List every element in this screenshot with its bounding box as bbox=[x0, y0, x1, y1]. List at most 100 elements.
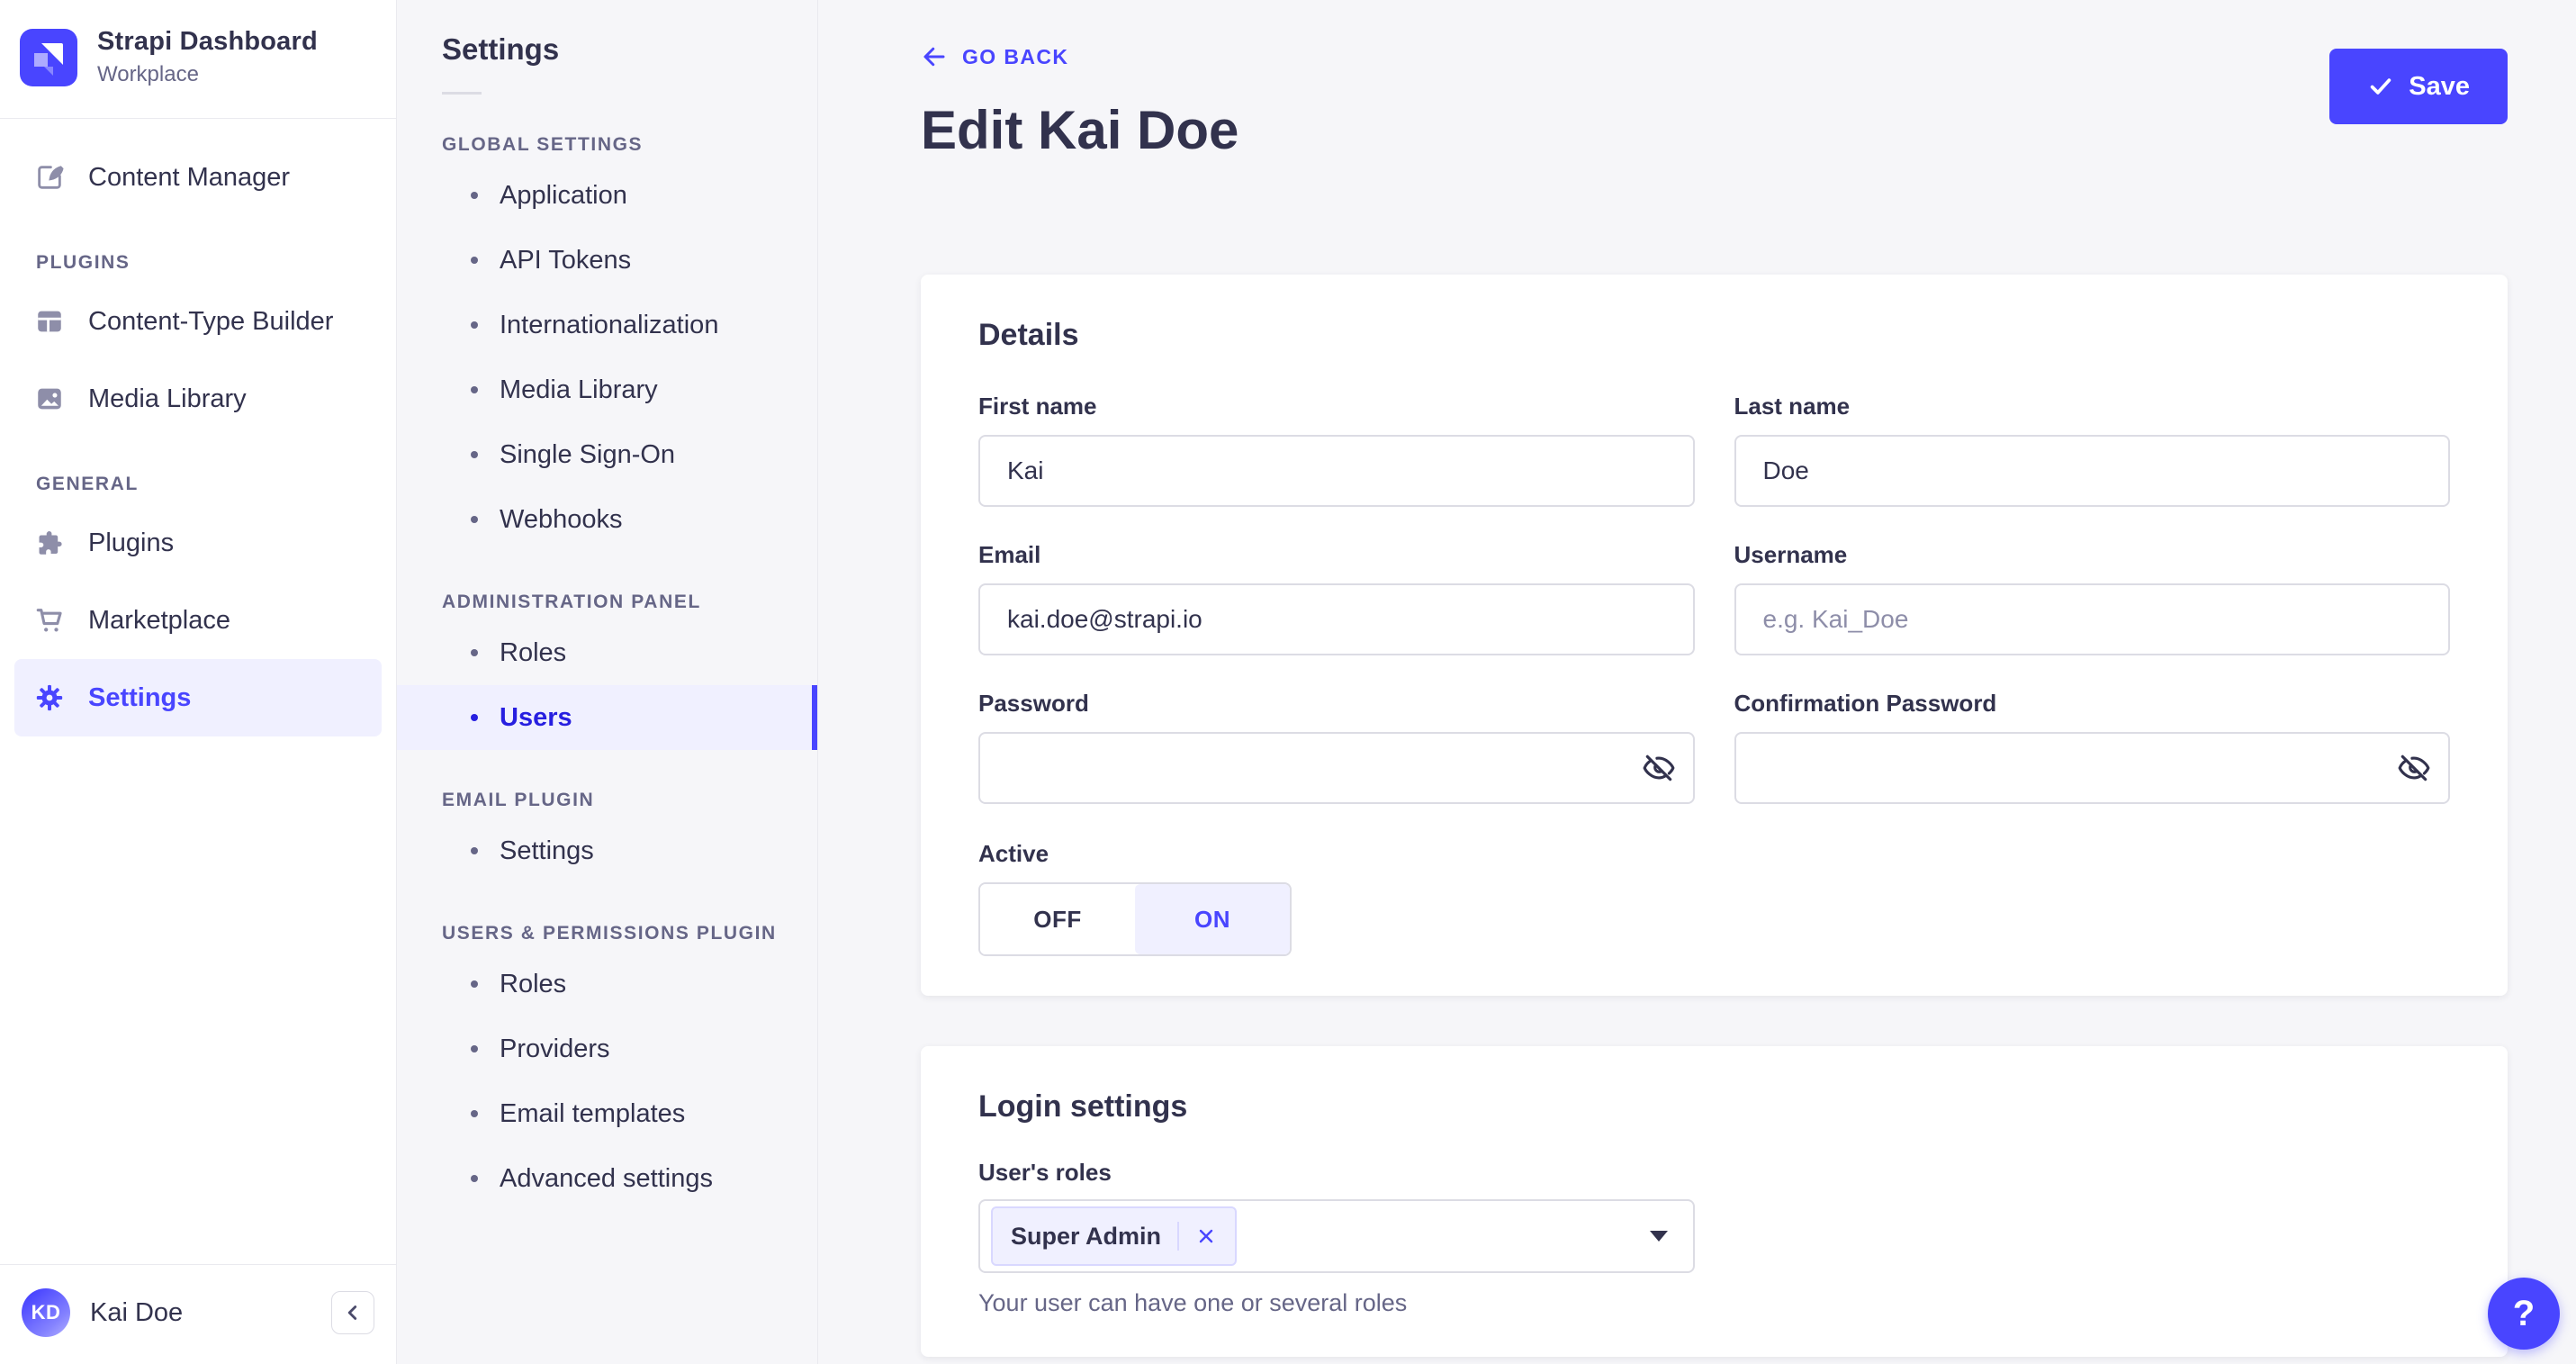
subnav-item-api-tokens[interactable]: API Tokens bbox=[397, 228, 817, 293]
active-toggle-group: Active OFF ON bbox=[978, 840, 2450, 956]
sidebar-item-label: Marketplace bbox=[88, 605, 230, 635]
subnav-item-label: Advanced settings bbox=[500, 1163, 713, 1193]
active-indicator bbox=[812, 685, 817, 750]
bullet-icon bbox=[471, 1110, 478, 1117]
toggle-confirmation-visibility-button[interactable] bbox=[2387, 741, 2441, 795]
email-label: Email bbox=[978, 541, 1041, 568]
collapse-sidebar-button[interactable] bbox=[331, 1291, 374, 1334]
subnav-item-users[interactable]: Users bbox=[397, 685, 817, 750]
confirmation-password-input[interactable] bbox=[1734, 732, 2450, 804]
sidebar-item-label: Media Library bbox=[88, 384, 247, 413]
workspace-name: Workplace bbox=[97, 62, 199, 86]
details-form: First name Last name Email bbox=[978, 393, 2450, 804]
sidebar-nav: Content Manager PLUGINS Content-Type Bui… bbox=[0, 119, 396, 1264]
first-name-input[interactable] bbox=[978, 435, 1695, 507]
close-icon bbox=[1199, 1229, 1213, 1243]
subnav-item-label: Providers bbox=[500, 1034, 610, 1063]
chevron-left-icon bbox=[347, 1305, 357, 1320]
sidebar-section-plugins: PLUGINS bbox=[36, 252, 131, 273]
confirmation-password-label: Confirmation Password bbox=[1734, 690, 1997, 717]
header-left: GO BACK Edit Kai Doe bbox=[921, 40, 1238, 159]
password-input-wrap bbox=[978, 732, 1695, 804]
confirmation-password-field: Confirmation Password bbox=[1734, 690, 2450, 804]
subnav-divider bbox=[442, 92, 482, 95]
toggle-password-visibility-button[interactable] bbox=[1632, 741, 1686, 795]
subnav-item-label: Media Library bbox=[500, 375, 658, 404]
toggle-on-button[interactable]: ON bbox=[1135, 884, 1290, 954]
main-content: GO BACK Edit Kai Doe Save Details First … bbox=[818, 0, 2576, 1364]
username-input[interactable] bbox=[1734, 583, 2450, 655]
last-name-field: Last name bbox=[1734, 393, 2450, 507]
password-field: Password bbox=[978, 690, 1695, 804]
subnav-title: Settings bbox=[442, 32, 560, 66]
subnav-item-advanced-settings[interactable]: Advanced settings bbox=[397, 1146, 817, 1211]
bullet-icon bbox=[471, 1175, 478, 1182]
avatar: KD bbox=[22, 1288, 70, 1337]
subnav-item-label: Roles bbox=[500, 637, 567, 667]
arrow-left-icon bbox=[923, 47, 945, 67]
remove-role-button[interactable] bbox=[1195, 1225, 1217, 1247]
subnav-item-label: Users bbox=[500, 702, 572, 732]
user-roles-select[interactable]: Super Admin bbox=[978, 1199, 1695, 1273]
user-roles-label: User's roles bbox=[978, 1159, 1112, 1186]
subnav-item-admin-roles[interactable]: Roles bbox=[397, 620, 817, 685]
subnav-item-application[interactable]: Application bbox=[397, 163, 817, 228]
subnav-item-webhooks[interactable]: Webhooks bbox=[397, 487, 817, 552]
subnav-item-email-settings[interactable]: Settings bbox=[397, 818, 817, 883]
sidebar-item-content-type-builder[interactable]: Content-Type Builder bbox=[14, 283, 382, 360]
subnav-item-label: Email templates bbox=[500, 1098, 686, 1128]
subnav-item-internationalization[interactable]: Internationalization bbox=[397, 293, 817, 357]
bullet-icon bbox=[471, 321, 478, 329]
user-name: Kai Doe bbox=[90, 1297, 184, 1327]
role-tag-super-admin: Super Admin bbox=[991, 1206, 1238, 1266]
toggle-off-button[interactable]: OFF bbox=[980, 884, 1135, 954]
app-root: Strapi Dashboard Workplace Content Manag… bbox=[0, 0, 2576, 1364]
go-back-label: GO BACK bbox=[962, 44, 1069, 68]
password-input[interactable] bbox=[978, 732, 1695, 804]
subnav-item-email-templates[interactable]: Email templates bbox=[397, 1081, 817, 1146]
sidebar-item-media-library[interactable]: Media Library bbox=[14, 360, 382, 438]
sidebar-item-label: Content Manager bbox=[88, 162, 291, 192]
password-label: Password bbox=[978, 690, 1089, 717]
sidebar-item-label: Plugins bbox=[88, 528, 175, 557]
last-name-input-wrap bbox=[1734, 435, 2450, 507]
username-field: Username bbox=[1734, 541, 2450, 655]
roles-hint-text: Your user can have one or several roles bbox=[978, 1289, 1408, 1316]
sidebar-footer: KD Kai Doe bbox=[0, 1264, 396, 1364]
sidebar-section-general: GENERAL bbox=[36, 474, 139, 494]
email-input[interactable] bbox=[978, 583, 1695, 655]
subnav-section-label: ADMINISTRATION PANEL bbox=[442, 592, 701, 612]
go-back-link[interactable]: GO BACK bbox=[921, 43, 1068, 70]
help-button[interactable]: ? bbox=[2488, 1278, 2560, 1350]
shopping-cart-icon bbox=[34, 605, 65, 636]
subnav-item-label: Application bbox=[500, 180, 627, 210]
bullet-icon bbox=[471, 451, 478, 458]
sidebar-item-marketplace[interactable]: Marketplace bbox=[14, 582, 382, 659]
login-settings-card: Login settings User's roles Super Admin … bbox=[921, 1046, 2508, 1357]
first-name-input-wrap bbox=[978, 435, 1695, 507]
active-label: Active bbox=[978, 840, 1049, 867]
username-input-wrap bbox=[1734, 583, 2450, 655]
last-name-input[interactable] bbox=[1734, 435, 2450, 507]
subnav-section-users-permissions: USERS & PERMISSIONS PLUGIN Roles Provide… bbox=[397, 923, 817, 1211]
sidebar-item-settings[interactable]: Settings bbox=[14, 659, 382, 736]
app-title: Strapi Dashboard bbox=[97, 27, 318, 56]
tag-divider bbox=[1177, 1222, 1180, 1251]
sidebar-item-plugins[interactable]: Plugins bbox=[14, 504, 382, 582]
confirmation-password-input-wrap bbox=[1734, 732, 2450, 804]
subnav-item-single-sign-on[interactable]: Single Sign-On bbox=[397, 422, 817, 487]
subnav-item-label: Settings bbox=[500, 836, 594, 865]
bullet-icon bbox=[471, 1045, 478, 1052]
details-card: Details First name Last name Email bbox=[921, 275, 2508, 996]
sidebar-item-content-manager[interactable]: Content Manager bbox=[14, 139, 382, 216]
subnav-item-label: Webhooks bbox=[500, 504, 623, 534]
main-sidebar: Strapi Dashboard Workplace Content Manag… bbox=[0, 0, 397, 1364]
email-field: Email bbox=[978, 541, 1695, 655]
first-name-label: First name bbox=[978, 393, 1097, 420]
workspace-header[interactable]: Strapi Dashboard Workplace bbox=[0, 0, 396, 119]
subnav-item-up-roles[interactable]: Roles bbox=[397, 952, 817, 1016]
login-settings-heading: Login settings bbox=[978, 1089, 1188, 1124]
save-button[interactable]: Save bbox=[2329, 49, 2508, 124]
subnav-item-providers[interactable]: Providers bbox=[397, 1016, 817, 1081]
subnav-item-media-library[interactable]: Media Library bbox=[397, 357, 817, 422]
